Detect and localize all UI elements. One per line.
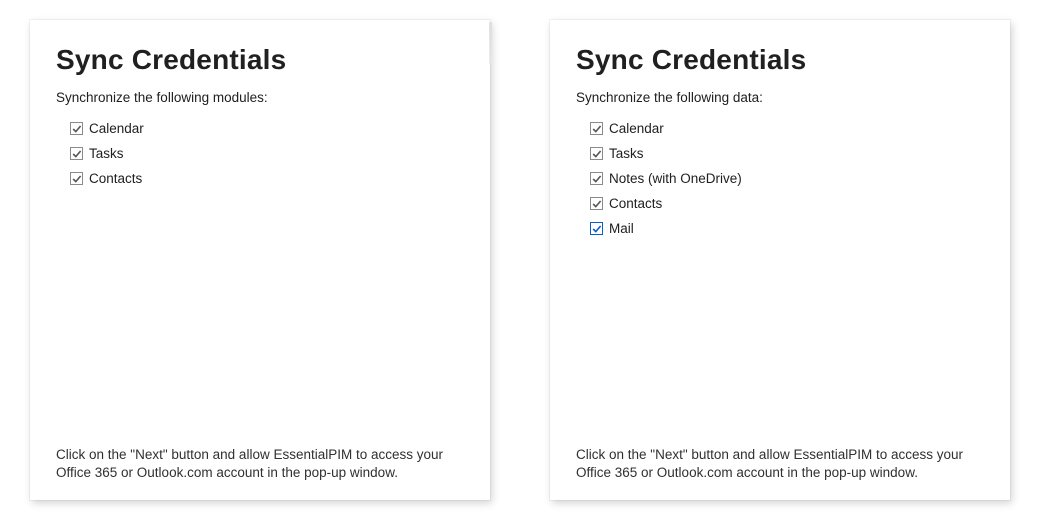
- panel-subtitle: Synchronize the following modules:: [56, 90, 464, 105]
- option-contacts[interactable]: Contacts: [70, 171, 464, 186]
- panel-subtitle: Synchronize the following data:: [576, 90, 984, 105]
- option-notes-onedrive[interactable]: Notes (with OneDrive): [590, 171, 984, 186]
- option-tasks[interactable]: Tasks: [70, 146, 464, 161]
- option-label: Mail: [609, 221, 634, 236]
- checkbox-icon[interactable]: [590, 122, 603, 135]
- option-label: Calendar: [89, 121, 144, 136]
- checkbox-icon[interactable]: [590, 147, 603, 160]
- panel-title: Sync Credentials: [576, 44, 984, 76]
- panel-title: Sync Credentials: [56, 44, 464, 76]
- option-label: Tasks: [609, 146, 644, 161]
- option-label: Contacts: [609, 196, 662, 211]
- panel-footer-text: Click on the "Next" button and allow Ess…: [576, 446, 984, 482]
- stage: Sync Credentials Synchronize the followi…: [0, 0, 1051, 525]
- options-list: Calendar Tasks Notes (with OneDrive) Con…: [576, 115, 984, 246]
- options-list: Calendar Tasks Contacts: [56, 115, 464, 196]
- checkbox-icon[interactable]: [70, 172, 83, 185]
- option-calendar[interactable]: Calendar: [590, 121, 984, 136]
- option-label: Notes (with OneDrive): [609, 171, 742, 186]
- checkbox-icon[interactable]: [590, 172, 603, 185]
- option-label: Contacts: [89, 171, 142, 186]
- option-calendar[interactable]: Calendar: [70, 121, 464, 136]
- spacer: [576, 246, 984, 446]
- panel-footer-text: Click on the "Next" button and allow Ess…: [56, 446, 464, 482]
- option-mail[interactable]: Mail: [590, 221, 984, 236]
- sync-credentials-panel-left: Sync Credentials Synchronize the followi…: [30, 20, 490, 500]
- option-label: Tasks: [89, 146, 124, 161]
- checkbox-icon[interactable]: [590, 197, 603, 210]
- checkbox-icon[interactable]: [70, 147, 83, 160]
- option-label: Calendar: [609, 121, 664, 136]
- spacer: [56, 196, 464, 446]
- checkbox-icon[interactable]: [70, 122, 83, 135]
- sync-credentials-panel-right: Sync Credentials Synchronize the followi…: [550, 20, 1010, 500]
- option-contacts[interactable]: Contacts: [590, 196, 984, 211]
- checkbox-icon[interactable]: [590, 222, 603, 235]
- option-tasks[interactable]: Tasks: [590, 146, 984, 161]
